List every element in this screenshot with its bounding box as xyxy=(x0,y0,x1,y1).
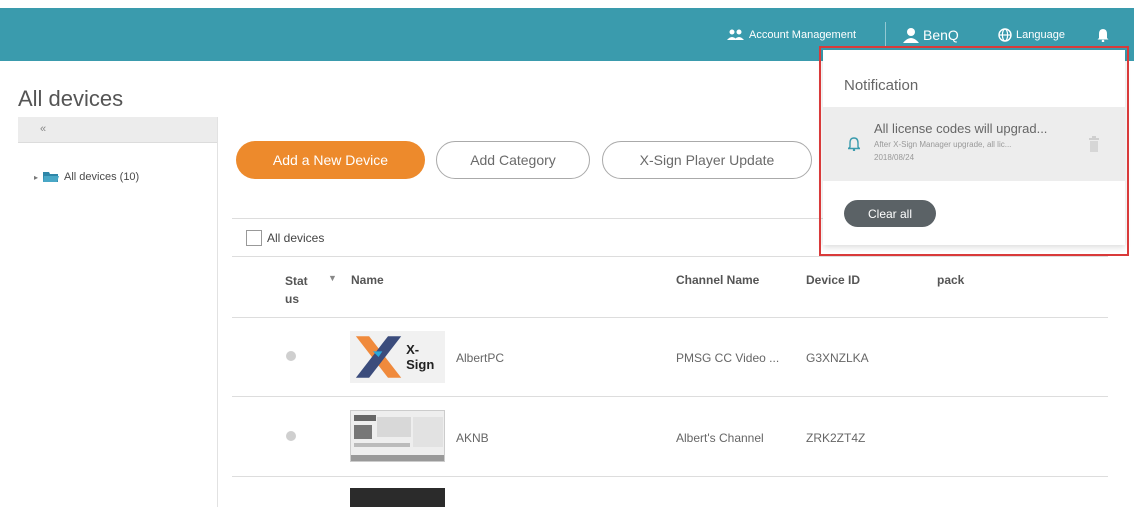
xsign-logo-icon xyxy=(355,336,402,378)
globe-icon xyxy=(998,27,1012,42)
column-header-pack[interactable]: pack xyxy=(937,273,964,287)
device-thumbnail xyxy=(350,410,445,462)
divider xyxy=(885,22,886,48)
account-management-label: Account Management xyxy=(749,28,857,41)
column-header-device-id[interactable]: Device ID xyxy=(806,273,860,287)
thumbnail-text: X-Sign xyxy=(406,342,435,372)
column-header-name[interactable]: Name xyxy=(351,273,384,287)
channel-name: PMSG CC Video ... xyxy=(676,351,780,365)
add-category-button[interactable]: Add Category xyxy=(436,141,590,179)
folder-icon xyxy=(43,172,60,182)
status-indicator xyxy=(286,431,296,441)
status-header-line2: us xyxy=(285,292,300,306)
column-header-status[interactable]: Stat us xyxy=(285,272,308,308)
select-all-label: All devices xyxy=(267,231,325,245)
device-id: G3XNZLKA xyxy=(806,351,869,365)
divider xyxy=(232,317,1108,318)
user-icon xyxy=(903,27,919,43)
highlight-frame xyxy=(819,46,1129,256)
status-indicator xyxy=(286,351,296,361)
add-new-device-button[interactable]: Add a New Device xyxy=(236,141,425,179)
language-label: Language xyxy=(1016,28,1065,41)
device-name: AlbertPC xyxy=(456,351,505,365)
divider xyxy=(232,256,1108,257)
bell-icon xyxy=(1097,28,1109,42)
tree-item-label: All devices (10) xyxy=(64,171,140,183)
device-name: AKNB xyxy=(456,431,489,445)
device-thumbnail: X-Sign xyxy=(350,331,445,383)
tree-item-all-devices[interactable]: ▸ All devices (10) xyxy=(34,171,139,183)
sidebar: « ▸ All devices (10) xyxy=(18,117,218,507)
select-all-checkbox[interactable] xyxy=(246,230,262,246)
device-thumbnail xyxy=(350,488,445,507)
status-header-line1: Stat xyxy=(285,274,308,288)
select-all[interactable]: All devices xyxy=(246,230,324,246)
users-icon xyxy=(727,29,744,40)
column-header-channel[interactable]: Channel Name xyxy=(676,273,759,287)
device-id: ZRK2ZT4Z xyxy=(806,431,866,445)
caret-right-icon[interactable]: ▸ xyxy=(34,173,38,182)
channel-name: Albert's Channel xyxy=(676,431,764,445)
page-title: All devices xyxy=(18,86,124,111)
divider xyxy=(232,476,1108,477)
user-name: BenQ xyxy=(923,26,959,43)
screen-preview-icon xyxy=(351,411,444,461)
player-update-button[interactable]: X-Sign Player Update xyxy=(602,141,812,179)
sidebar-collapse-button[interactable]: « xyxy=(18,117,217,143)
sort-icon[interactable]: ▼ xyxy=(328,273,337,283)
divider xyxy=(232,396,1108,397)
